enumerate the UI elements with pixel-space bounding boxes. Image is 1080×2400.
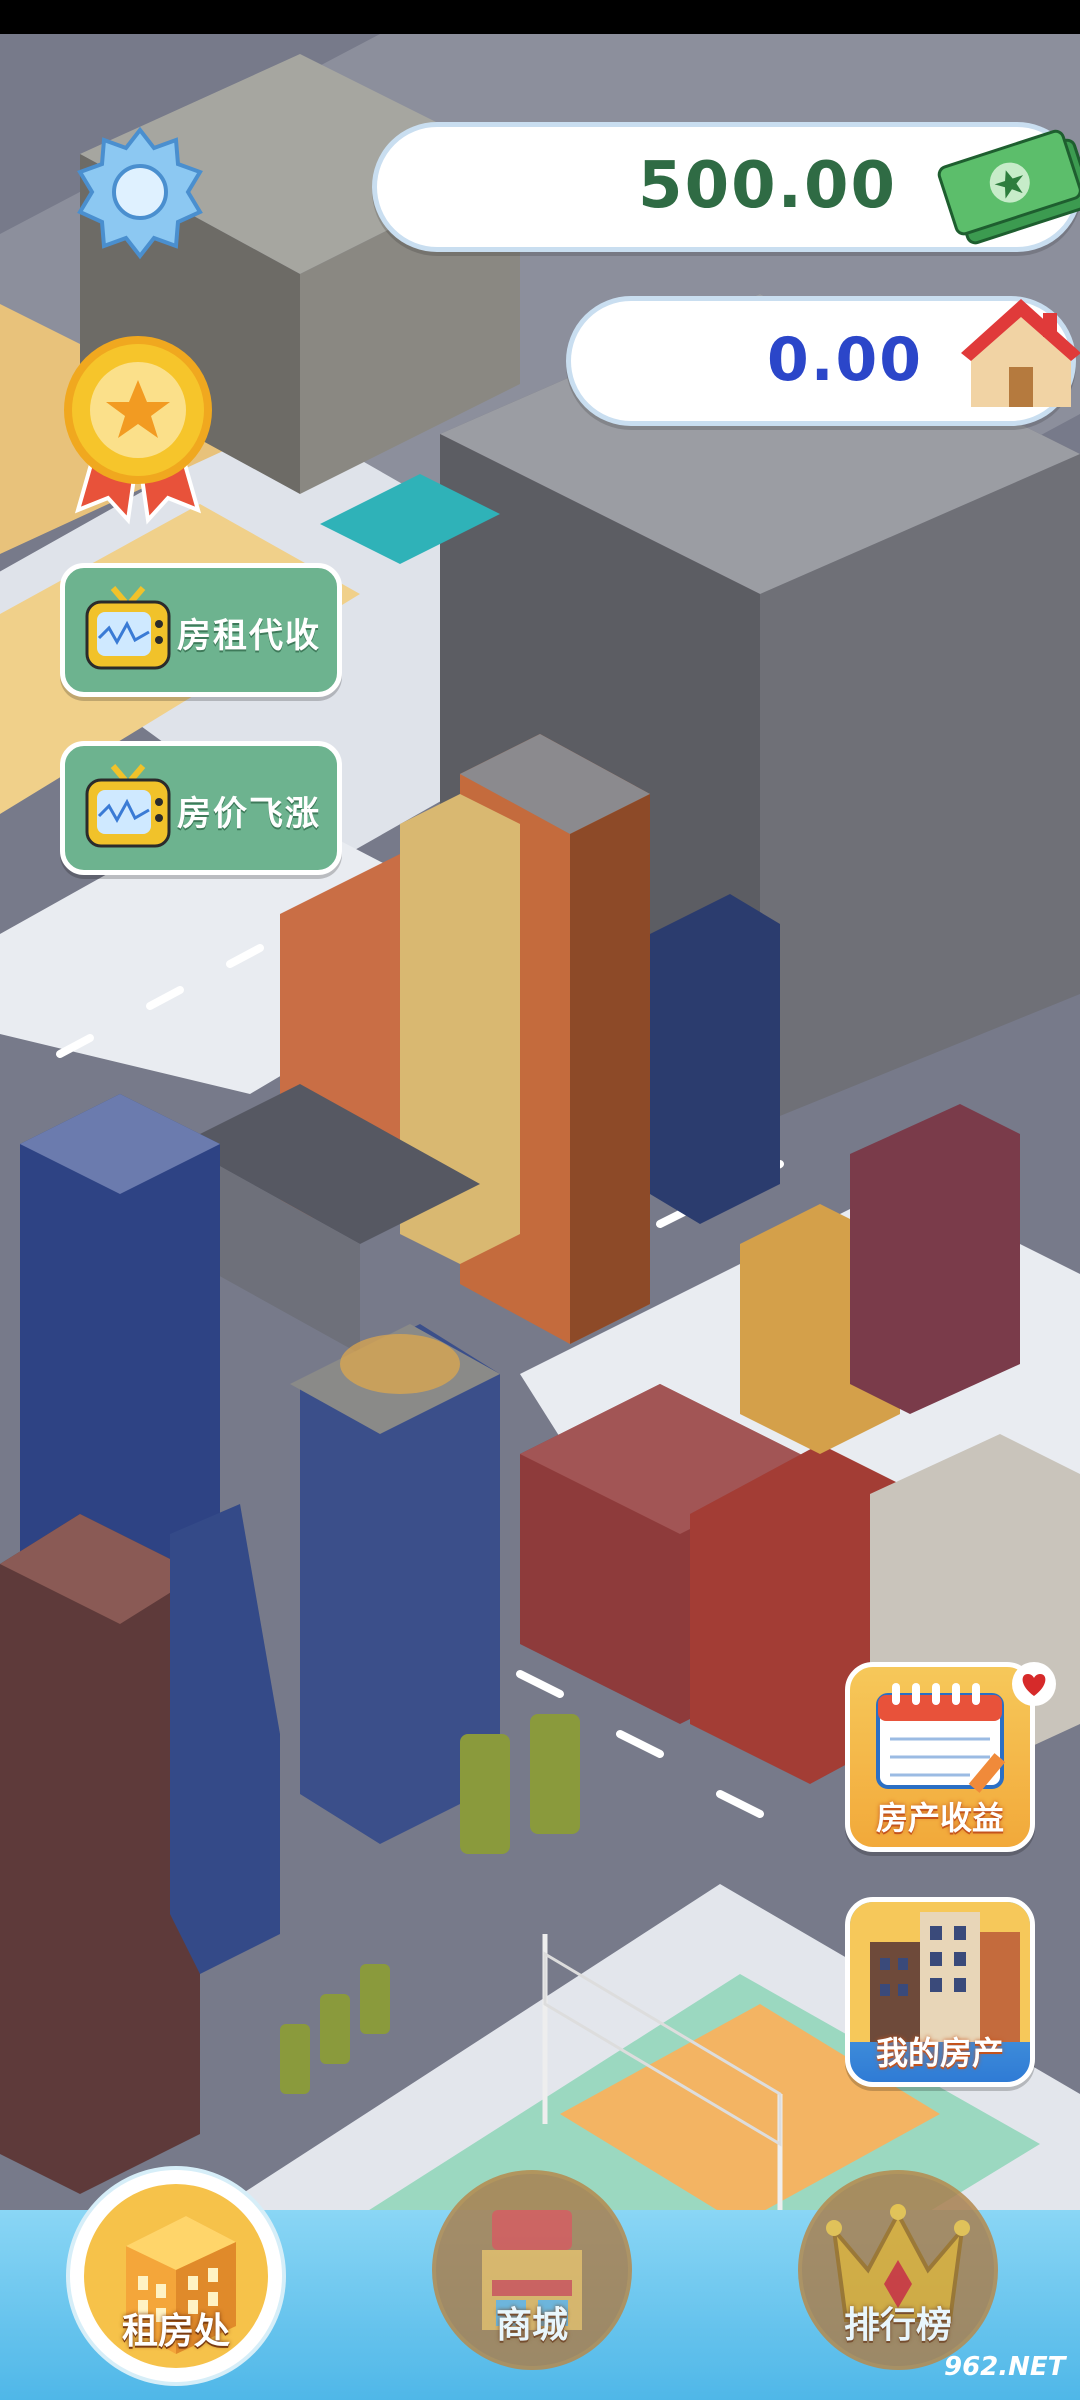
notification-badge xyxy=(1012,1662,1056,1706)
house-icon xyxy=(961,299,1080,407)
rent-collect-button[interactable]: 房租代收 xyxy=(60,563,342,697)
calendar-icon xyxy=(876,1683,1006,1793)
money-value: 500.00 xyxy=(638,149,897,223)
medal-icon xyxy=(64,336,212,525)
building-icon xyxy=(850,1902,1030,2042)
my-property-button[interactable]: 我的房产 xyxy=(845,1897,1035,2087)
property-income-button[interactable]: 房产收益 xyxy=(845,1662,1035,1852)
rent-collect-label: 房租代收 xyxy=(177,616,321,656)
money-icon xyxy=(937,129,1080,245)
nav-shop-label: 商城 xyxy=(495,2305,568,2346)
money-balance: 500.00 xyxy=(372,122,1080,252)
property-income-label: 房产收益 xyxy=(875,1799,1004,1837)
nav-leaderboard[interactable]: 排行榜 xyxy=(798,2170,998,2370)
nav-rental-office-label: 租房处 xyxy=(121,2311,230,2352)
heart-icon xyxy=(1022,1674,1046,1696)
watermark: 962.NET xyxy=(944,2352,1066,2382)
tv-icon xyxy=(85,586,171,670)
achievement-button[interactable] xyxy=(58,330,218,530)
tv-icon xyxy=(85,764,171,848)
nav-rental-office[interactable]: 租房处 xyxy=(70,2170,282,2382)
gear-icon xyxy=(77,126,203,260)
my-property-label: 我的房产 xyxy=(875,2034,1004,2072)
price-surge-label: 房价飞涨 xyxy=(177,794,321,834)
property-balance: 0.00 xyxy=(566,296,1080,426)
nav-leaderboard-label: 排行榜 xyxy=(843,2305,952,2346)
property-value: 0.00 xyxy=(766,325,923,395)
nav-shop[interactable]: 商城 xyxy=(432,2170,632,2370)
status-bar xyxy=(0,0,1080,34)
settings-button[interactable] xyxy=(60,120,220,280)
price-surge-button[interactable]: 房价飞涨 xyxy=(60,741,342,875)
